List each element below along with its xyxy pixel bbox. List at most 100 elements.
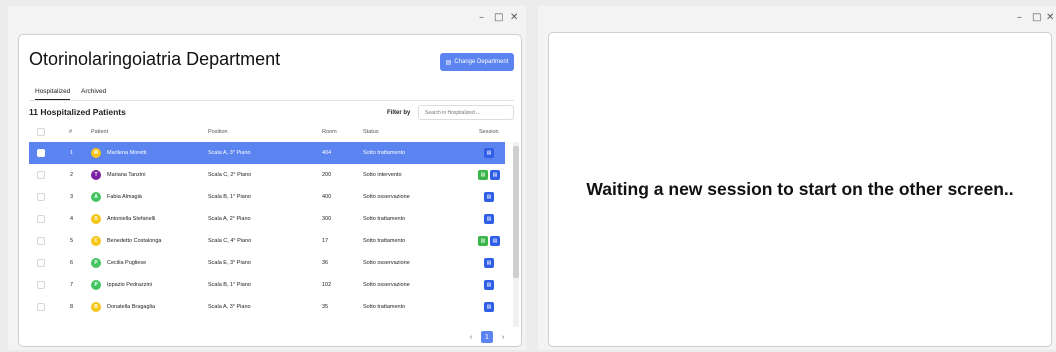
row-number: 2: [70, 172, 74, 178]
table-row[interactable]: 7 P Ippazio Pedrazzini Scala B, 1° Piano 102…: [29, 274, 505, 296]
document-icon: ▤: [492, 172, 498, 178]
avatar: M: [91, 148, 101, 158]
row-number: 3: [70, 194, 74, 200]
table-row[interactable]: 2 T Mariana Tanzini Scala C, 2° Piano 200 Sot…: [29, 164, 505, 186]
table-row[interactable]: 8 B Donatella Bragaglia Scala A, 3° Piano 35…: [29, 296, 505, 318]
patient-position: Scala B, 1° Piano: [208, 194, 251, 200]
patient-status: Sotto trattamento: [363, 304, 406, 310]
table-scrollbar[interactable]: [513, 142, 519, 327]
patient-name: Mariana Tanzini: [107, 172, 146, 178]
row-number: 4: [70, 216, 74, 222]
header-status[interactable]: Status: [363, 122, 379, 142]
row-checkbox[interactable]: [37, 193, 45, 201]
row-checkbox[interactable]: [37, 215, 45, 223]
session-blue-button[interactable]: ▤: [490, 236, 500, 246]
chevron-left-icon[interactable]: ‹: [465, 331, 477, 343]
select-all-checkbox[interactable]: [37, 128, 45, 136]
table-row[interactable]: 1 M Marilena Moretti Scala A, 3° Piano 404 So…: [29, 142, 505, 164]
minimize-button[interactable]: –: [479, 12, 484, 23]
patient-position: Scala E, 3° Piano: [208, 260, 251, 266]
document-icon: ▤: [486, 150, 492, 156]
patient-name: Benedetto Costalonga: [107, 238, 162, 244]
row-checkbox[interactable]: [37, 281, 45, 289]
document-icon: ▤: [486, 260, 492, 266]
patient-room: 102: [322, 282, 332, 288]
patient-room: 36: [322, 260, 329, 266]
row-checkbox[interactable]: [37, 171, 45, 179]
session-blue-button[interactable]: ▤: [484, 214, 494, 224]
session-blue-button[interactable]: ▤: [484, 280, 494, 290]
minimize-button[interactable]: –: [1017, 12, 1022, 23]
patient-name: Marilena Moretti: [107, 150, 147, 156]
patient-room: 300: [322, 216, 332, 222]
row-checkbox[interactable]: [37, 259, 45, 267]
tab-archived[interactable]: Archived: [81, 88, 106, 95]
session-green-button[interactable]: ▤: [478, 170, 488, 180]
table-row[interactable]: 3 A Fabia Almagià Scala B, 1° Piano 400 Sotto…: [29, 186, 505, 208]
session-cell: ▤: [482, 274, 494, 296]
avatar: S: [91, 214, 101, 224]
avatar: T: [91, 170, 101, 180]
table-fade: [29, 320, 505, 330]
patient-status: Sotto trattamento: [363, 216, 406, 222]
search-input[interactable]: [418, 105, 514, 120]
avatar: P: [91, 258, 101, 268]
patients-table: # Patient Position Room Status Session 1…: [29, 122, 505, 318]
row-checkbox[interactable]: [37, 237, 45, 245]
left-window: – □ ✕ Otorinolaringoiatria Department ▤ …: [8, 6, 526, 350]
scrollbar-thumb[interactable]: [513, 146, 519, 278]
patient-position: Scala B, 1° Piano: [208, 282, 251, 288]
avatar: A: [91, 192, 101, 202]
patient-status: Sotto trattamento: [363, 238, 406, 244]
session-blue-button[interactable]: ▤: [490, 170, 500, 180]
patient-room: 404: [322, 150, 332, 156]
session-blue-button[interactable]: ▤: [484, 148, 494, 158]
session-green-button[interactable]: ▤: [478, 236, 488, 246]
patient-room: 400: [322, 194, 332, 200]
table-row[interactable]: 4 S Antoniella Stefanelli Scala A, 2° Piano…: [29, 208, 505, 230]
document-icon: ▤: [486, 194, 492, 200]
table-row[interactable]: 6 P Cecilia Pugliese Scala E, 3° Piano 36 Sot…: [29, 252, 505, 274]
pagination: ‹ 1 ›: [465, 331, 509, 343]
row-number: 6: [70, 260, 74, 266]
tab-hospitalized[interactable]: Hospitalized: [35, 88, 71, 100]
document-icon: ▤: [480, 238, 486, 244]
header-session: Session: [479, 129, 499, 135]
close-button[interactable]: ✕: [1046, 12, 1054, 23]
session-cell: ▤ ▤: [476, 164, 500, 186]
left-titlebar: – □ ✕: [8, 6, 526, 30]
row-checkbox[interactable]: [37, 303, 45, 311]
patient-name: Antoniella Stefanelli: [107, 216, 156, 222]
patient-status: Sotto osservazione: [363, 194, 410, 200]
session-cell: ▤: [482, 208, 494, 230]
building-icon: ▤: [445, 59, 452, 66]
chevron-right-icon[interactable]: ›: [497, 331, 509, 343]
patient-name: Donatella Bragaglia: [107, 304, 156, 310]
session-blue-button[interactable]: ▤: [484, 302, 494, 312]
maximize-button[interactable]: □: [1032, 12, 1041, 23]
change-department-button[interactable]: ▤ Change Department: [440, 53, 514, 71]
filter-label: Filter by: [387, 110, 411, 116]
header-num: #: [69, 129, 73, 135]
row-number: 1: [70, 150, 74, 156]
header-room[interactable]: Room: [322, 122, 337, 142]
table-row[interactable]: 5 C Benedetto Costalonga Scala C, 4° Piano 1…: [29, 230, 505, 252]
avatar: C: [91, 236, 101, 246]
document-icon: ▤: [486, 304, 492, 310]
maximize-button[interactable]: □: [494, 12, 503, 23]
row-checkbox[interactable]: [37, 149, 45, 157]
page-title: Otorinolaringoiatria Department: [29, 49, 281, 69]
page-button-current[interactable]: 1: [481, 331, 493, 343]
tab-bar: Hospitalized Archived: [29, 83, 514, 101]
avatar: P: [91, 280, 101, 290]
session-blue-button[interactable]: ▤: [484, 192, 494, 202]
session-cell: ▤ ▤: [476, 230, 500, 252]
patient-position: Scala A, 3° Piano: [208, 150, 251, 156]
header-position[interactable]: Position: [208, 122, 228, 142]
row-number: 7: [70, 282, 74, 288]
close-button[interactable]: ✕: [510, 12, 518, 23]
header-patient[interactable]: Patient: [91, 122, 108, 142]
waiting-message: Waiting a new session to start on the ot…: [586, 178, 1014, 199]
document-icon: ▤: [480, 172, 486, 178]
session-blue-button[interactable]: ▤: [484, 258, 494, 268]
